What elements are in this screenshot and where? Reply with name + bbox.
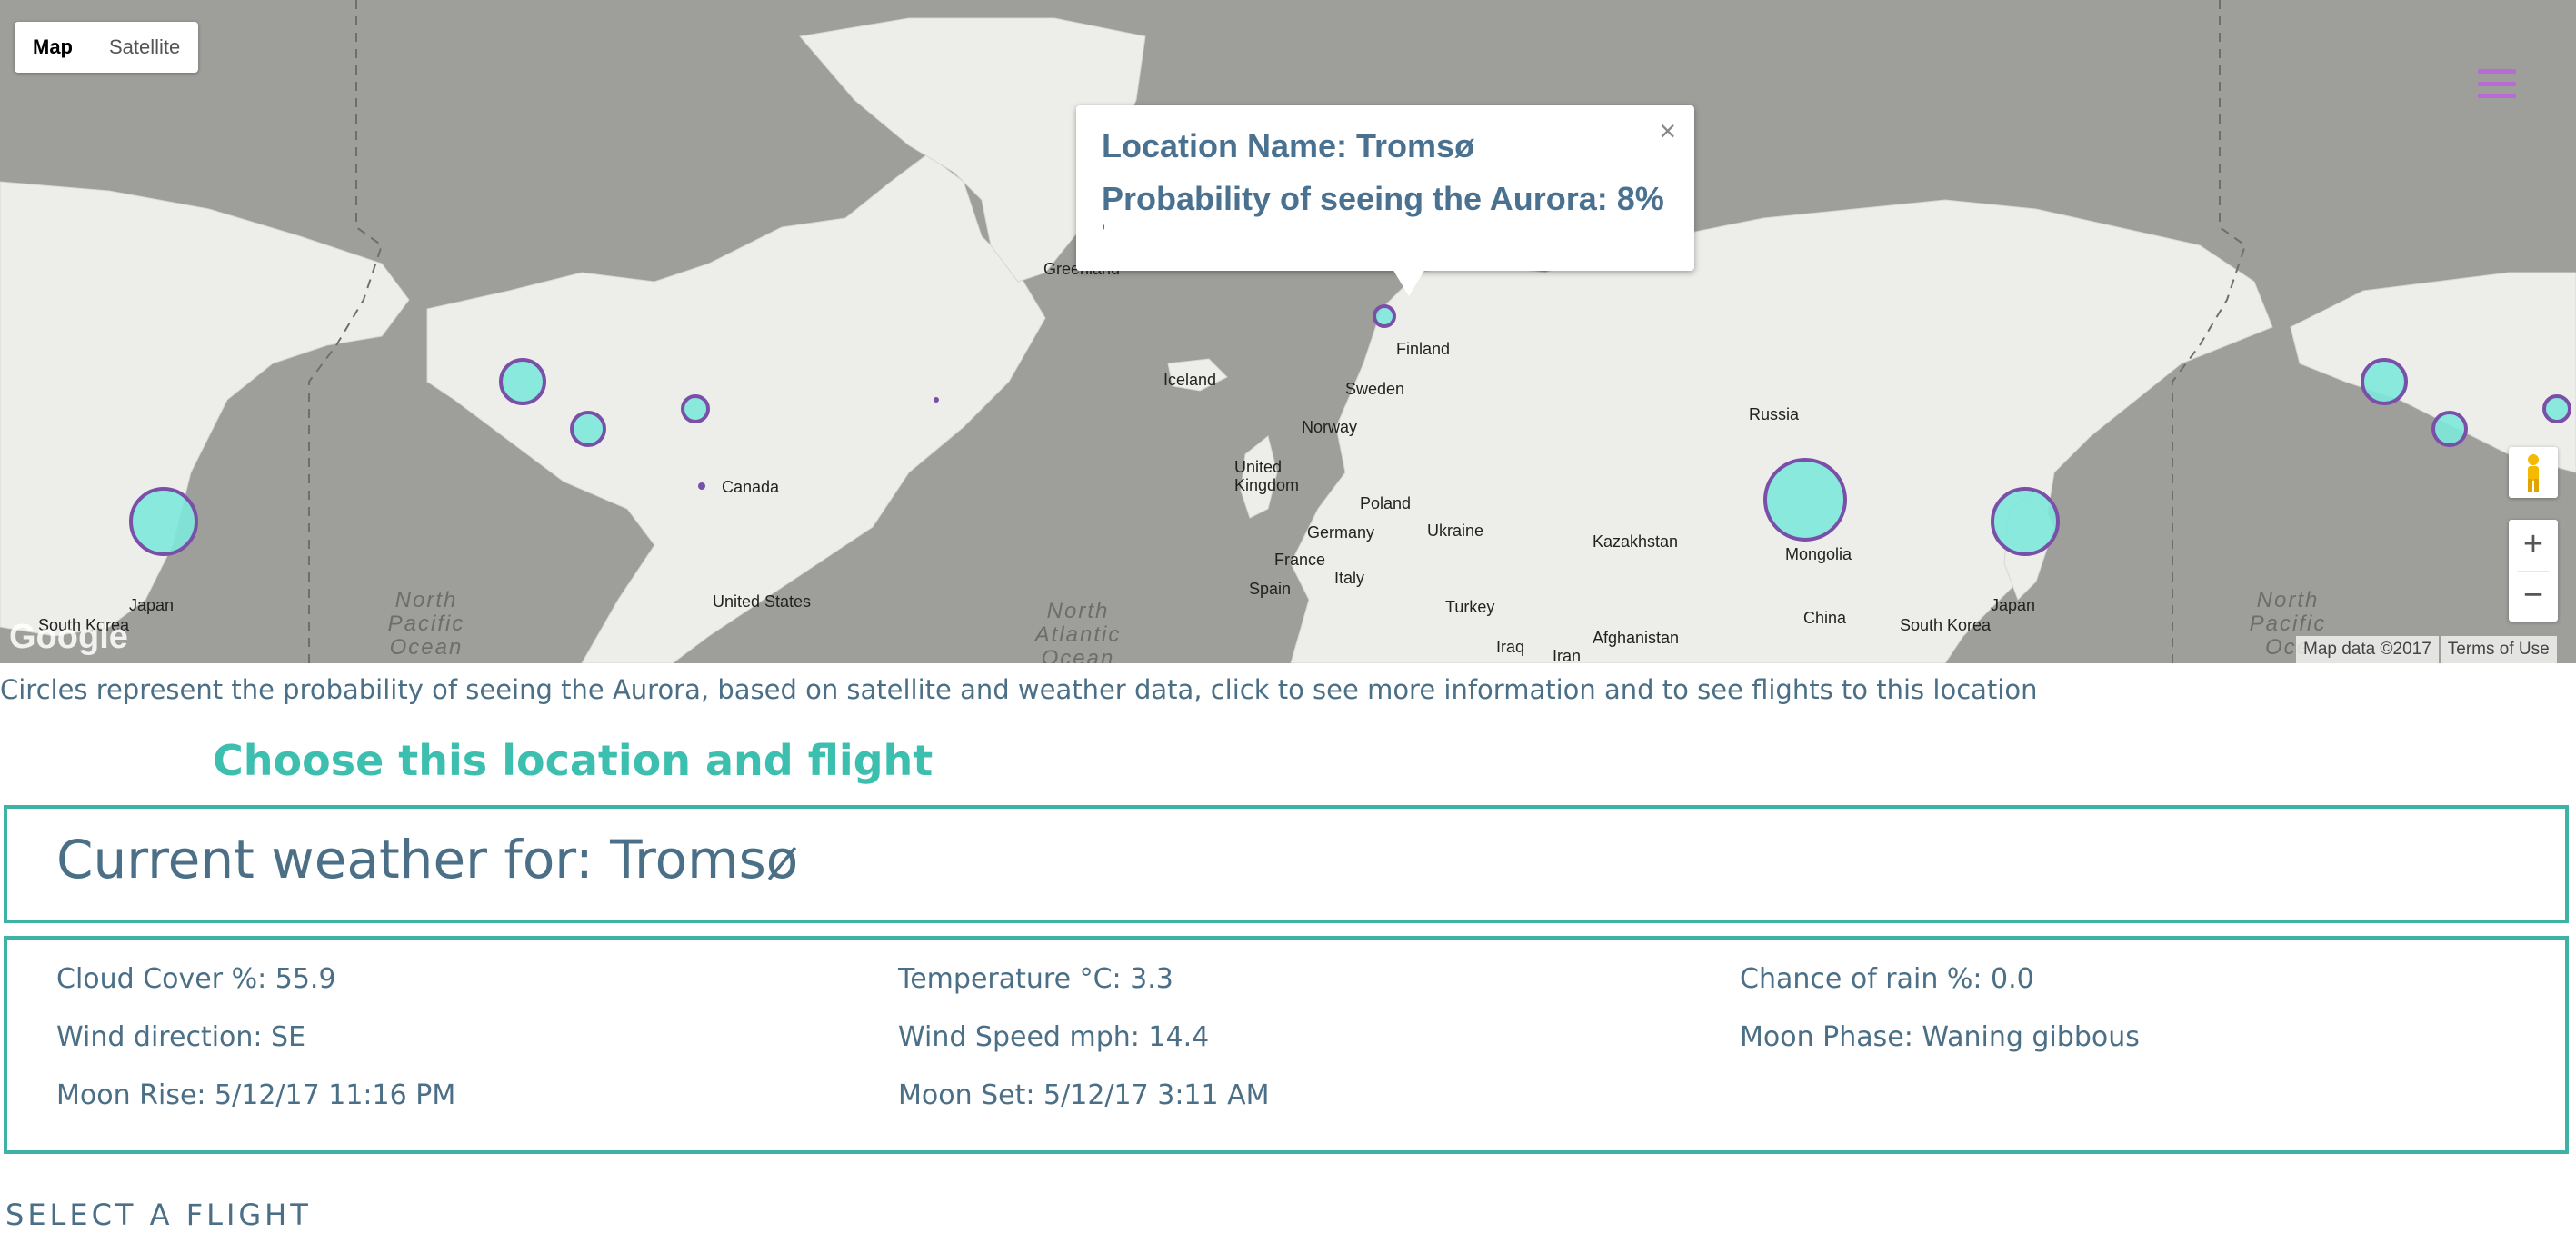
- aurora-circle[interactable]: [570, 411, 606, 447]
- infowindow-location-name: Location Name: Tromsø: [1102, 127, 1475, 164]
- map-label-afghanistan: Afghanistan: [1593, 629, 1680, 647]
- close-icon[interactable]: ×: [1659, 114, 1676, 148]
- aurora-circle[interactable]: [129, 487, 198, 556]
- temperature: Temperature °C: 3.3: [898, 963, 1173, 995]
- map-label-turkey: Turkey: [1445, 598, 1495, 616]
- zoom-in-button[interactable]: +: [2509, 520, 2558, 571]
- terms-of-use-link[interactable]: Terms of Use: [2440, 636, 2557, 663]
- map-label-iran: Iran: [1553, 647, 1582, 663]
- map-label-north-pacific-ocean: North Pacific Ocean: [387, 588, 465, 660]
- map-label-sweden: Sweden: [1345, 380, 1405, 398]
- choose-location-link[interactable]: Choose this location and flight: [213, 736, 933, 785]
- map-data-attribution: Map data ©2017: [2296, 636, 2439, 663]
- infowindow-extra-text: ': [1102, 221, 1106, 244]
- map-label-mongolia: Mongolia: [1785, 545, 1852, 563]
- map-label-china: China: [1803, 609, 1847, 627]
- aurora-circle[interactable]: [499, 358, 546, 405]
- street-view-pegman-button[interactable]: [2509, 447, 2558, 498]
- map-label-italy: Italy: [1334, 569, 1365, 587]
- map-label-norway: Norway: [1302, 418, 1358, 436]
- wind-direction: Wind direction: SE: [56, 1021, 306, 1053]
- moon-phase: Moon Phase: Waning gibbous: [1740, 1021, 2140, 1053]
- weather-title: Current weather for: Tromsø: [56, 829, 799, 890]
- map-label-north-atlantic-ocean: North Atlantic Ocean: [1034, 599, 1122, 664]
- google-logo: Google: [9, 618, 128, 656]
- moon-rise: Moon Rise: 5/12/17 11:16 PM: [56, 1079, 456, 1111]
- aurora-circle[interactable]: [681, 394, 710, 423]
- aurora-circle[interactable]: [2431, 411, 2468, 447]
- map-label-japan: Japan: [1991, 596, 2036, 614]
- aurora-circle[interactable]: [1991, 487, 2060, 556]
- map-label-germany: Germany: [1307, 523, 1375, 542]
- map-label-iceland: Iceland: [1163, 371, 1217, 389]
- infowindow-pointer: [1393, 269, 1425, 296]
- map-label-poland: Poland: [1360, 494, 1412, 512]
- chance-of-rain: Chance of rain %: 0.0: [1740, 963, 2034, 995]
- map-label-france: France: [1274, 551, 1326, 569]
- map-label-japan: Japan: [129, 596, 175, 614]
- aurora-circle[interactable]: [2542, 394, 2571, 423]
- map-caption: Circles represent the probability of see…: [0, 674, 2038, 705]
- map-type-satellite-button[interactable]: Satellite: [91, 22, 198, 73]
- map-attribution: Map data ©2017 Terms of Use: [2294, 636, 2557, 663]
- map-label-finland: Finland: [1396, 340, 1451, 358]
- map[interactable]: Map Satellite Greenland Iceland Finland …: [0, 0, 2576, 663]
- location-infowindow: × Location Name: Tromsø Probability of s…: [1076, 105, 1694, 296]
- select-flight-heading: SELECT A FLIGHT: [5, 1198, 312, 1232]
- aurora-circle[interactable]: [2361, 358, 2408, 405]
- weather-title-panel: Current weather for: Tromsø: [4, 805, 2569, 923]
- map-label-united-states: United States: [713, 592, 812, 611]
- infowindow-probability: Probability of seeing the Aurora: 8%: [1102, 180, 1664, 217]
- zoom-control: + −: [2509, 520, 2558, 622]
- map-label-kazakhstan: Kazakhstan: [1593, 532, 1679, 551]
- map-label-iraq: Iraq: [1496, 638, 1525, 656]
- zoom-out-button[interactable]: −: [2509, 571, 2558, 622]
- weather-details-panel: Cloud Cover %: 55.9 Temperature °C: 3.3 …: [4, 936, 2569, 1154]
- map-label-ukraine: Ukraine: [1427, 522, 1484, 540]
- wind-speed: Wind Speed mph: 14.4: [898, 1021, 1210, 1053]
- map-type-map-button[interactable]: Map: [15, 22, 91, 73]
- aurora-circle[interactable]: [1763, 458, 1847, 542]
- menu-icon[interactable]: [2478, 69, 2516, 98]
- cloud-cover: Cloud Cover %: 55.9: [56, 963, 336, 995]
- pegman-icon: [2528, 454, 2539, 492]
- map-type-control: Map Satellite: [15, 22, 199, 73]
- map-label-united-kingdom: United Kingdom: [1234, 458, 1300, 494]
- map-label-spain: Spain: [1249, 580, 1292, 598]
- moon-set: Moon Set: 5/12/17 3:11 AM: [898, 1079, 1270, 1111]
- map-label-canada: Canada: [722, 478, 780, 496]
- aurora-circle-tromso[interactable]: [1373, 304, 1396, 328]
- map-label-russia: Russia: [1749, 405, 1800, 423]
- map-label-south-korea: South Korea: [1900, 616, 1992, 634]
